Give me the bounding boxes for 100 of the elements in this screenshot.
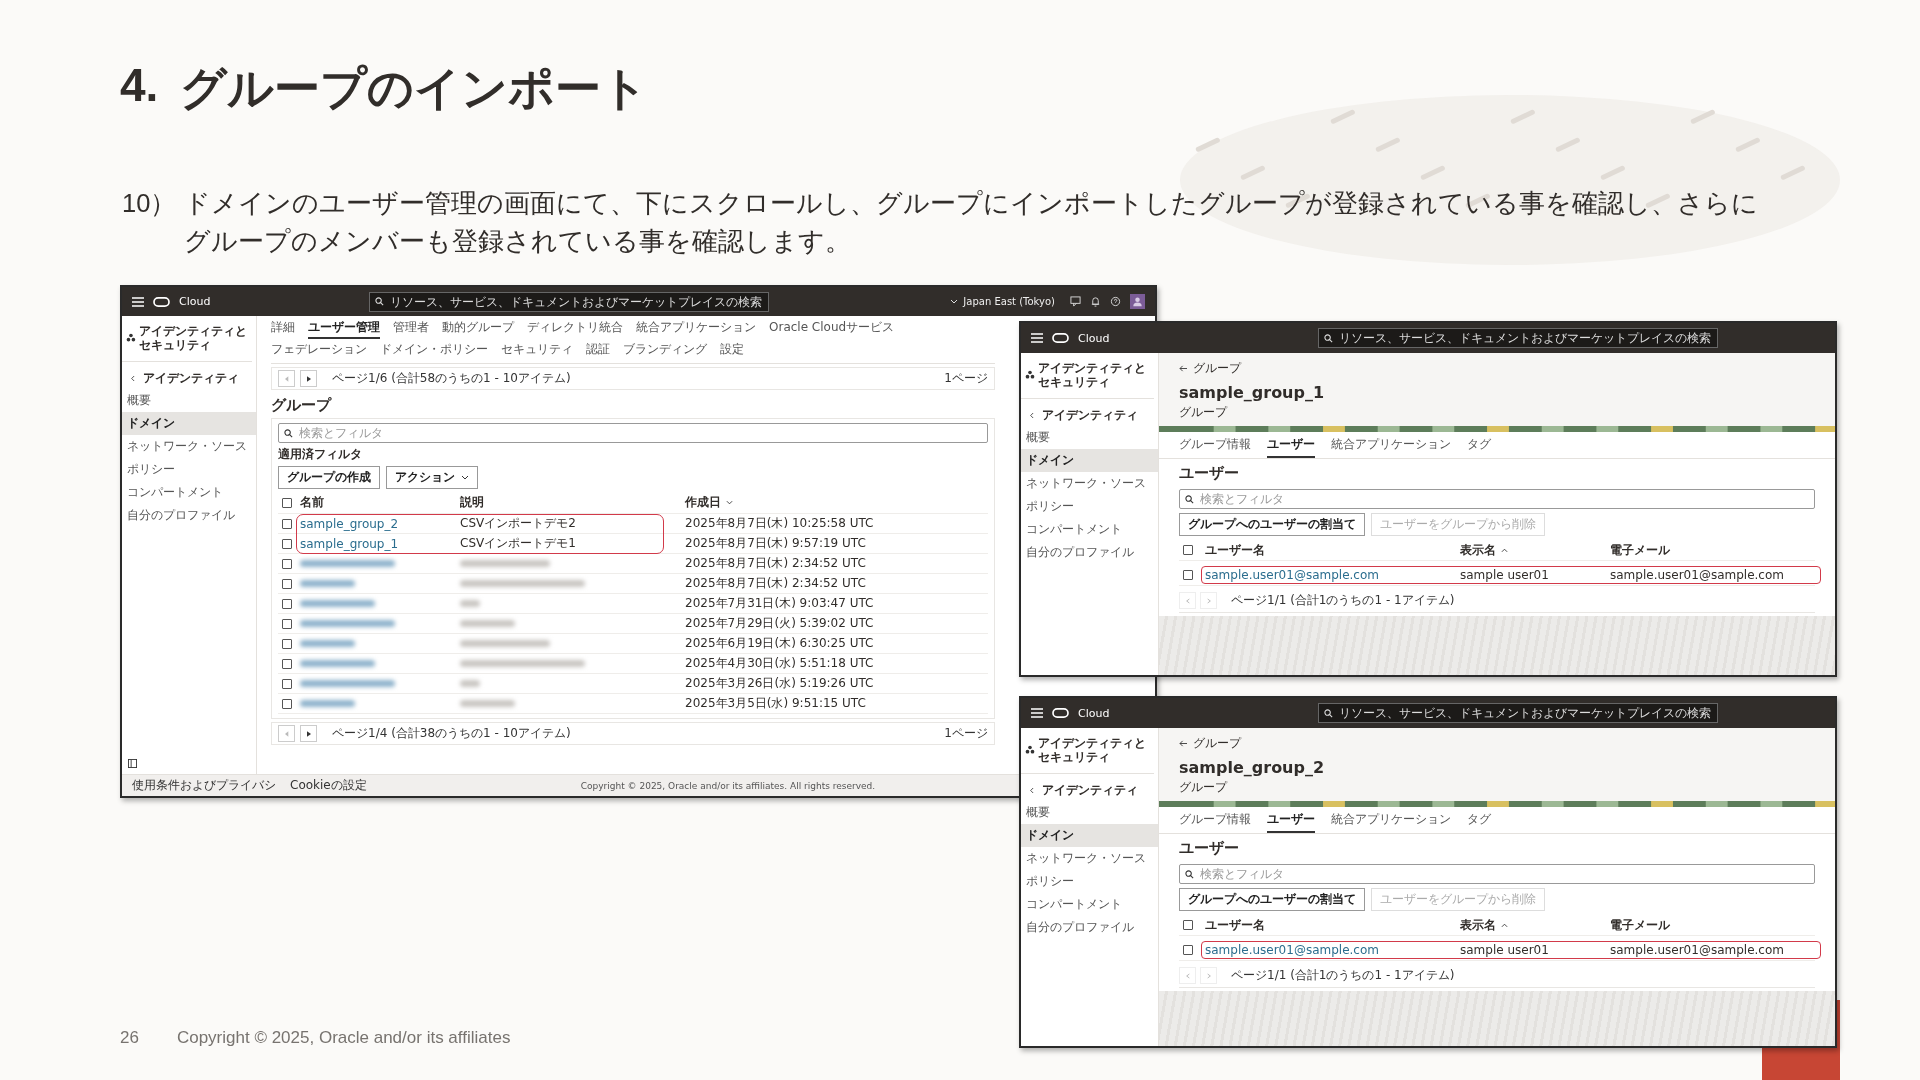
- page-selector-text: 1ページ: [944, 370, 988, 387]
- copyright-text: Copyright © 2025, Oracle and/or its affiliates: [176, 1028, 511, 1048]
- column-header: ユーザー名: [1205, 541, 1266, 559]
- sidebar-item[interactable]: コンパートメント: [1021, 517, 1158, 541]
- tab[interactable]: ユーザー: [1267, 811, 1315, 833]
- table-cell-text: 2025年8月7日(木) 2:34:52 UTC: [685, 555, 867, 572]
- page-selector-text: 1ページ: [944, 725, 988, 742]
- sidebar-item[interactable]: ポリシー: [122, 457, 256, 481]
- column-header[interactable]: 表示名: [1460, 541, 1496, 559]
- search-field[interactable]: リソース、サービス、ドキュメントおよびマーケットプレイスの検索: [1318, 703, 1719, 723]
- column-header: 名前: [300, 494, 325, 511]
- step-number: 10）: [122, 188, 177, 219]
- footer-link[interactable]: 使用条件およびプライバシ: [132, 777, 276, 794]
- tab[interactable]: 詳細: [271, 319, 295, 339]
- actions-menu-button[interactable]: アクション: [386, 466, 478, 489]
- tab[interactable]: ブランディング: [623, 341, 707, 361]
- footer-link[interactable]: Cookieの設定: [290, 777, 367, 794]
- sidebar-item[interactable]: コンパートメント: [1021, 892, 1158, 916]
- brand-name: Cloud: [1078, 706, 1110, 720]
- table-cell-text: 2025年6月19日(木) 6:30:25 UTC: [685, 635, 875, 652]
- column-header: ユーザー名: [1205, 916, 1266, 934]
- table-cell-text: 2025年7月31日(木) 9:03:47 UTC: [685, 595, 875, 612]
- instruction-text: ドメインのユーザー管理の画面にて、下にスクロールし、グループにインポートしたグループが登録されている事を確認し、さらにグループのメンバーも登録されている事を確認します。: [184, 188, 1760, 257]
- tab[interactable]: 統合アプリケーション: [1331, 436, 1451, 458]
- sidebar-item[interactable]: 概要: [122, 388, 256, 412]
- sidebar-item[interactable]: ポリシー: [1021, 869, 1158, 893]
- table-cell-text: 2025年3月5日(水) 9:51:15 UTC: [685, 695, 867, 712]
- section-heading: グループ: [271, 396, 333, 415]
- table-cell-text: CSVインポートデモ1: [460, 535, 577, 552]
- page-title: sample_group_2: [1179, 758, 1326, 777]
- tab[interactable]: ユーザー管理: [308, 319, 380, 339]
- filter-field[interactable]: 検索とフィルタ: [278, 423, 988, 443]
- sidebar-item[interactable]: 自分のプロファイル: [1021, 915, 1158, 939]
- sidebar-item[interactable]: ドメイン: [1021, 448, 1158, 472]
- filter-label: 適用済フィルタ: [278, 446, 363, 463]
- table-cell-text: 2025年8月7日(木) 9:57:19 UTC: [685, 535, 867, 552]
- tab[interactable]: グループ情報: [1179, 811, 1251, 833]
- pagination-text: ページ1/4 (合計38のうちの1 - 10アイテム): [332, 725, 571, 742]
- create-group-button[interactable]: グループの作成: [278, 466, 380, 489]
- column-header: 電子メール: [1610, 541, 1671, 559]
- region-selector[interactable]: Japan East (Tokyo): [944, 296, 1061, 307]
- back-link[interactable]: アイデンティティ: [1021, 404, 1158, 426]
- back-link[interactable]: グループ: [1179, 735, 1815, 752]
- filter-field[interactable]: 検索とフィルタ: [1179, 864, 1815, 884]
- tab[interactable]: ドメイン・ポリシー: [380, 341, 488, 361]
- tab[interactable]: 動的グループ: [442, 319, 514, 339]
- action-button[interactable]: グループへのユーザーの割当て: [1179, 513, 1365, 536]
- table-cell-text: CSVインポートデモ2: [460, 515, 577, 532]
- footer-copyright: Copyright © 2025, Oracle and/or its affiliates. All rights reserved.: [580, 780, 876, 791]
- group-link[interactable]: sample_group_2: [300, 516, 460, 531]
- tab[interactable]: ディレクトリ統合: [527, 319, 623, 339]
- back-link[interactable]: アイデンティティ: [122, 367, 256, 389]
- tab[interactable]: フェデレーション: [271, 341, 367, 361]
- sidebar-item[interactable]: 自分のプロファイル: [1021, 540, 1158, 564]
- tab[interactable]: 認証: [586, 341, 610, 361]
- tab[interactable]: タグ: [1467, 436, 1491, 458]
- tab[interactable]: グループ情報: [1179, 436, 1251, 458]
- slide-title: グループのインポート: [180, 61, 649, 116]
- table-cell-text: sample user01: [1460, 568, 1550, 582]
- group-link[interactable]: sample_group_1: [300, 536, 460, 551]
- sidebar-title: アイデンティティとセキュリティ: [1038, 361, 1147, 390]
- table-cell-text: 2025年7月29日(火) 5:39:02 UTC: [685, 615, 875, 632]
- column-header[interactable]: 作成日: [685, 494, 721, 511]
- sidebar-item[interactable]: 概要: [1021, 800, 1158, 824]
- tab[interactable]: 統合アプリケーション: [1331, 811, 1451, 833]
- sidebar-item[interactable]: 概要: [1021, 425, 1158, 449]
- page-number: 26: [120, 1028, 139, 1048]
- table-cell-text: 2025年3月26日(水) 5:19:26 UTC: [685, 675, 875, 692]
- back-link[interactable]: グループ: [1179, 360, 1815, 377]
- tab[interactable]: Oracle Cloudサービス: [769, 319, 895, 339]
- tab[interactable]: セキュリティ: [501, 341, 573, 361]
- tab[interactable]: 管理者: [393, 319, 429, 339]
- sidebar-item[interactable]: ドメイン: [122, 411, 256, 435]
- sidebar-item[interactable]: ネットワーク・ソース: [122, 434, 256, 458]
- page-title: sample_group_1: [1179, 383, 1326, 402]
- section-heading: ユーザー: [1179, 839, 1240, 858]
- column-header[interactable]: 表示名: [1460, 916, 1496, 934]
- sidebar-item[interactable]: コンパートメント: [122, 480, 256, 504]
- search-field[interactable]: リソース、サービス、ドキュメントおよびマーケットプレイスの検索: [369, 291, 770, 312]
- table-cell-text: 2025年8月7日(木) 2:34:52 UTC: [685, 575, 867, 592]
- sidebar-item[interactable]: 自分のプロファイル: [122, 503, 256, 527]
- column-header: 電子メール: [1610, 916, 1671, 934]
- tab[interactable]: 統合アプリケーション: [636, 319, 756, 339]
- table-cell-text: sample.user01@sample.com: [1610, 568, 1785, 582]
- sidebar-item[interactable]: ネットワーク・ソース: [1021, 471, 1158, 495]
- search-field[interactable]: リソース、サービス、ドキュメントおよびマーケットプレイスの検索: [1318, 328, 1719, 348]
- user-link[interactable]: sample.user01@sample.com: [1205, 568, 1460, 582]
- action-button[interactable]: グループへのユーザーの割当て: [1179, 888, 1365, 911]
- sidebar-item[interactable]: ドメイン: [1021, 823, 1158, 847]
- back-link[interactable]: アイデンティティ: [1021, 779, 1158, 801]
- tab[interactable]: ユーザー: [1267, 436, 1315, 458]
- table-cell-text: sample.user01@sample.com: [1610, 943, 1785, 957]
- filter-field[interactable]: 検索とフィルタ: [1179, 489, 1815, 509]
- tab[interactable]: 設定: [720, 341, 744, 361]
- table-cell-text: 2025年4月30日(水) 5:51:18 UTC: [685, 655, 875, 672]
- sidebar-item[interactable]: ネットワーク・ソース: [1021, 846, 1158, 870]
- user-link[interactable]: sample.user01@sample.com: [1205, 943, 1460, 957]
- section-number: 4.: [120, 58, 159, 113]
- tab[interactable]: タグ: [1467, 811, 1491, 833]
- sidebar-item[interactable]: ポリシー: [1021, 494, 1158, 518]
